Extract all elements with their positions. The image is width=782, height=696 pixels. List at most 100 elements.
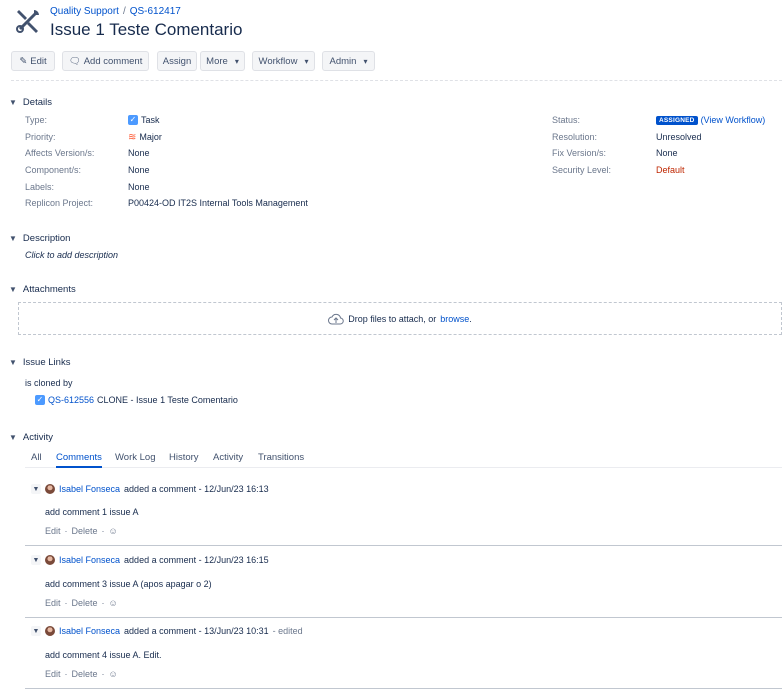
browse-link[interactable]: browse xyxy=(440,314,469,324)
chevron-down-icon: ▾ xyxy=(363,56,368,66)
affects-version-value[interactable]: None xyxy=(128,148,150,158)
comment-collapse-toggle[interactable]: ▼ xyxy=(31,555,41,565)
avatar xyxy=(45,626,55,636)
comment-meta: added a comment - 12/Jun/23 16:15 xyxy=(124,555,269,565)
add-comment-label: Add comment xyxy=(83,55,143,67)
security-level-label: Security Level: xyxy=(552,165,612,175)
priority-value: ≋ Major xyxy=(128,132,162,142)
action-separator: · xyxy=(101,526,105,536)
security-level-value[interactable]: Default xyxy=(656,165,685,175)
tabs-divider xyxy=(25,467,782,468)
components-value[interactable]: None xyxy=(128,165,150,175)
priority-value-text: Major xyxy=(139,132,162,142)
comment-edit-link[interactable]: Edit xyxy=(45,669,61,679)
tab-history[interactable]: History xyxy=(169,452,199,463)
issue-links-toggle[interactable]: ▼ Issue Links xyxy=(9,357,70,368)
comment-author-link[interactable]: Isabel Fonseca xyxy=(59,626,120,636)
assign-button[interactable]: Assign xyxy=(157,51,197,71)
comment-delete-link[interactable]: Delete xyxy=(72,598,98,608)
linked-issue: ✓ QS-612556 CLONE - Issue 1 Teste Comentar… xyxy=(35,395,238,405)
comment-meta: added a comment - 12/Jun/23 16:13 xyxy=(124,484,269,494)
active-tab-indicator xyxy=(56,466,102,468)
description-placeholder[interactable]: Click to add description xyxy=(25,250,118,260)
comment-author-link[interactable]: Isabel Fonseca xyxy=(59,484,120,494)
chevron-down-icon: ▼ xyxy=(9,433,17,442)
linked-issue-key[interactable]: QS-612556 xyxy=(48,395,94,405)
comment-header: ▼ Isabel Fonseca added a comment - 12/Ju… xyxy=(31,555,269,565)
comment-actions: Edit · Delete · ☺ xyxy=(45,526,118,536)
pencil-icon: ✎ xyxy=(19,55,28,67)
more-dropdown[interactable]: More ▾ xyxy=(200,51,245,71)
description-toggle[interactable]: ▼ Description xyxy=(9,233,70,244)
breadcrumb-project-link[interactable]: Quality Support xyxy=(50,6,119,17)
breadcrumb-issue-key-link[interactable]: QS-612417 xyxy=(130,6,181,17)
breadcrumb: Quality Support / QS-612417 xyxy=(50,6,181,17)
comment-body: add comment 1 issue A xyxy=(45,507,139,517)
resolution-value: Unresolved xyxy=(656,132,702,142)
status-badge: ASSIGNED xyxy=(656,115,698,125)
tab-activity[interactable]: Activity xyxy=(213,452,243,463)
action-separator: · xyxy=(101,598,105,608)
priority-label: Priority: xyxy=(25,132,56,142)
components-label: Component/s: xyxy=(25,165,82,175)
avatar xyxy=(45,555,55,565)
comment-edit-link[interactable]: Edit xyxy=(45,526,61,536)
attachments-toggle[interactable]: ▼ Attachments xyxy=(9,284,76,295)
comment-header: ▼ Isabel Fonseca added a comment - 12/Ju… xyxy=(31,484,269,494)
attachment-drop-zone[interactable]: Drop files to attach, or browse. xyxy=(18,302,782,335)
activity-toggle[interactable]: ▼ Activity xyxy=(9,432,53,443)
admin-label: Admin xyxy=(329,55,357,67)
emoji-reaction-icon[interactable]: ☺ xyxy=(109,598,118,608)
emoji-reaction-icon[interactable]: ☺ xyxy=(109,526,118,536)
edit-button-label: Edit xyxy=(30,55,47,67)
tab-all[interactable]: All xyxy=(31,452,42,463)
labels-label: Labels: xyxy=(25,182,55,192)
tab-work-log[interactable]: Work Log xyxy=(115,452,155,463)
task-icon: ✓ xyxy=(35,395,45,405)
edit-button[interactable]: ✎ Edit xyxy=(11,51,55,71)
comment-edited-flag[interactable]: - edited xyxy=(273,626,303,636)
affects-version-label: Affects Version/s: xyxy=(25,148,95,158)
cloud-upload-icon xyxy=(328,313,344,324)
action-separator: · xyxy=(101,669,105,679)
comment-body: add comment 3 issue A (apos apagar o 2) xyxy=(45,579,212,589)
toolbar-divider xyxy=(11,80,782,81)
tab-transitions[interactable]: Transitions xyxy=(258,452,304,463)
comment-divider xyxy=(25,617,782,618)
comment-collapse-toggle[interactable]: ▼ xyxy=(31,626,41,636)
attachments-heading: Attachments xyxy=(22,284,76,295)
chevron-down-icon: ▼ xyxy=(9,358,17,367)
comment-delete-link[interactable]: Delete xyxy=(72,669,98,679)
emoji-reaction-icon[interactable]: ☺ xyxy=(109,669,118,679)
chevron-down-icon: ▼ xyxy=(9,98,17,107)
comment-edit-link[interactable]: Edit xyxy=(45,598,61,608)
page-title[interactable]: Issue 1 Teste Comentario xyxy=(50,20,242,40)
comment-delete-link[interactable]: Delete xyxy=(72,526,98,536)
details-toggle[interactable]: ▼ Details xyxy=(9,97,52,108)
link-relation: is cloned by xyxy=(25,378,73,388)
comment-author-link[interactable]: Isabel Fonseca xyxy=(59,555,120,565)
comment-divider xyxy=(25,688,782,689)
action-separator: · xyxy=(64,598,68,608)
add-comment-button[interactable]: 🗨 Add comment xyxy=(62,51,149,71)
chevron-down-icon: ▼ xyxy=(9,285,17,294)
drop-period: . xyxy=(469,313,472,324)
type-label: Type: xyxy=(25,115,48,125)
linked-issue-summary: CLONE - Issue 1 Teste Comentario xyxy=(97,395,238,405)
resolution-label: Resolution: xyxy=(552,132,598,142)
comment-collapse-toggle[interactable]: ▼ xyxy=(31,484,41,494)
workflow-dropdown[interactable]: Workflow ▾ xyxy=(252,51,315,71)
action-separator: · xyxy=(64,669,68,679)
comment-icon: 🗨 xyxy=(68,55,81,67)
admin-dropdown[interactable]: Admin ▾ xyxy=(322,51,375,71)
view-workflow-link[interactable]: (View Workflow) xyxy=(701,115,766,125)
labels-value[interactable]: None xyxy=(128,182,150,192)
description-heading: Description xyxy=(22,233,71,244)
avatar xyxy=(45,484,55,494)
tab-comments[interactable]: Comments xyxy=(56,452,102,463)
replicon-project-value[interactable]: P00424-OD IT2S Internal Tools Management xyxy=(128,198,308,208)
action-separator: · xyxy=(64,526,68,536)
comment-actions: Edit · Delete · ☺ xyxy=(45,598,118,608)
fix-version-value[interactable]: None xyxy=(656,148,678,158)
comment-meta: added a comment - 13/Jun/23 10:31 xyxy=(124,626,269,636)
